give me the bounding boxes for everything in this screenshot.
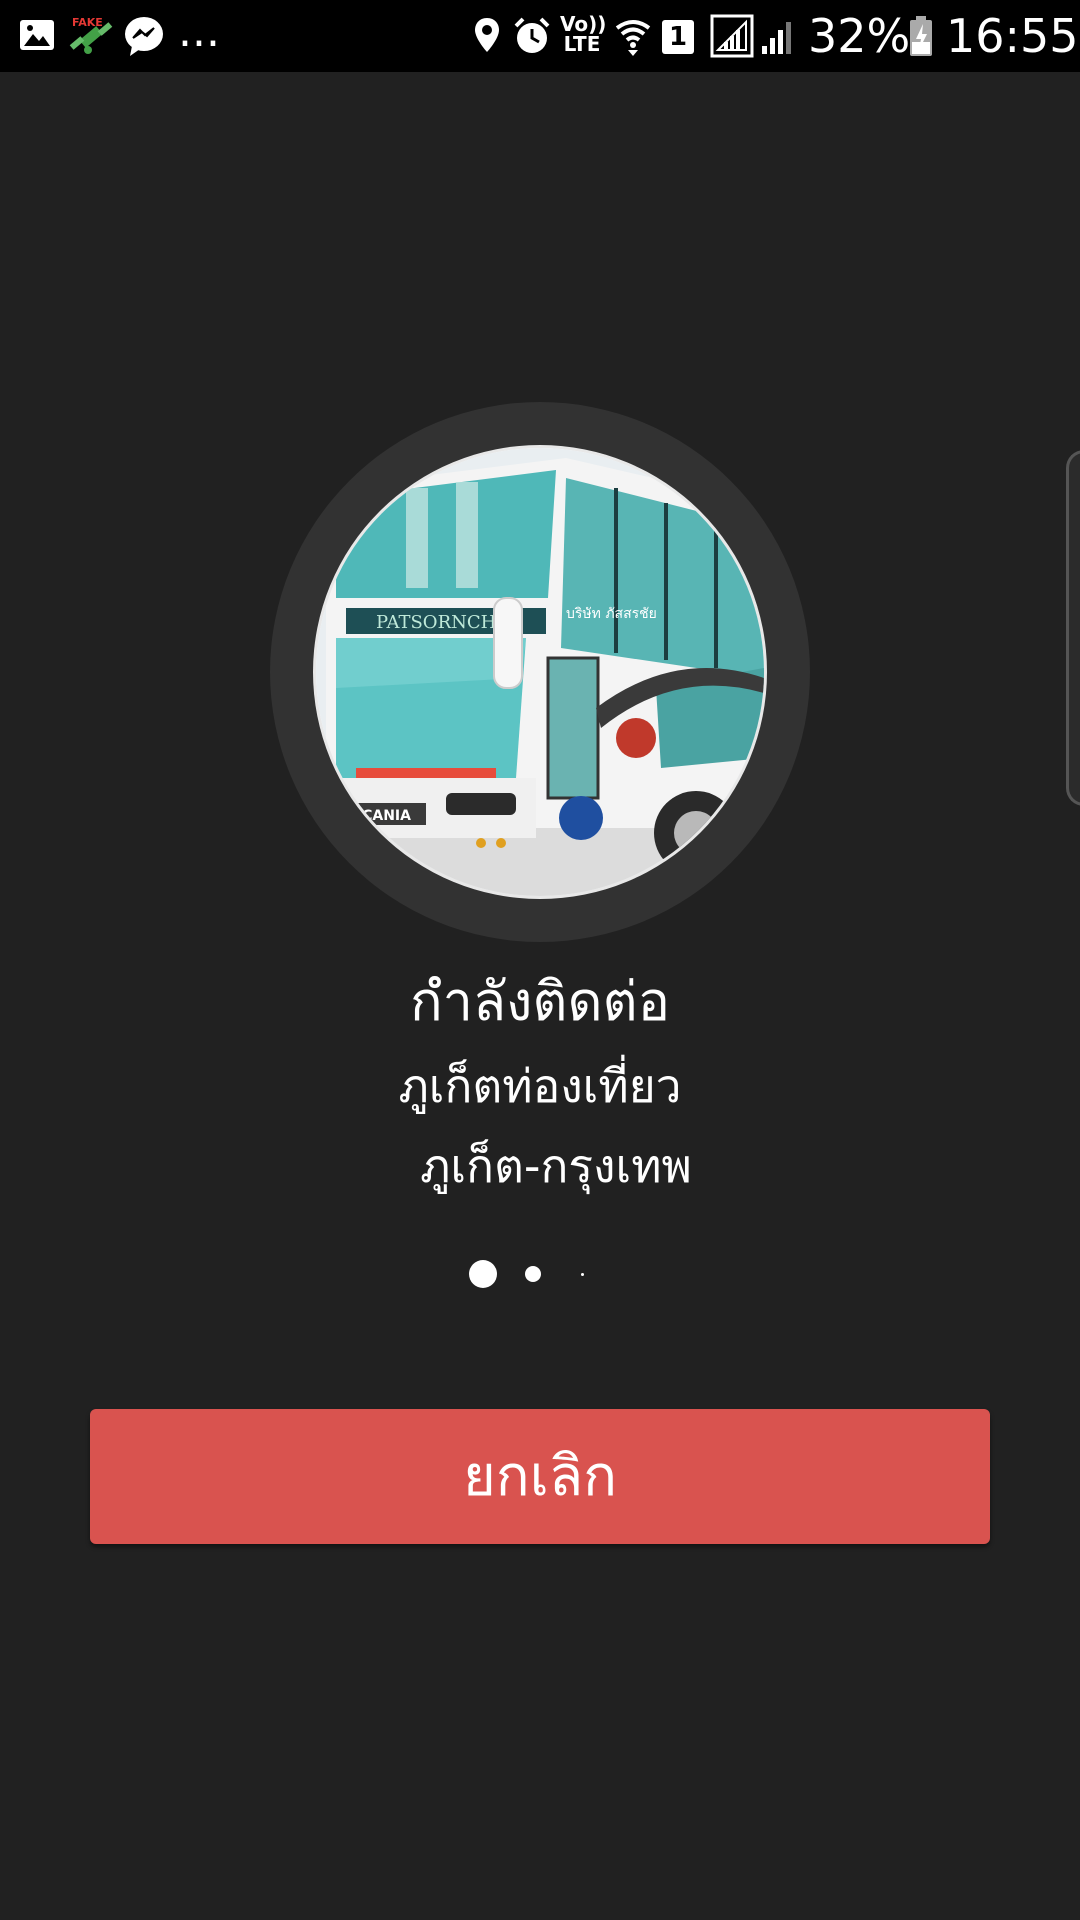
connecting-status-title: กำลังติดต่อ — [409, 970, 671, 1033]
battery-icon — [910, 16, 932, 56]
loading-dot-1 — [469, 1260, 497, 1288]
volte-label: Vo)) — [560, 12, 607, 36]
cancel-button[interactable]: ยกเลิก — [90, 1409, 990, 1544]
status-bar: FAKE ... Vo)) LTE 1 32% 16:55 — [0, 0, 1080, 72]
route-name: ภูเก็ต-กรุงเทพ — [420, 1139, 692, 1193]
loading-dot-2 — [525, 1266, 541, 1282]
wifi-icon — [615, 20, 651, 56]
bus-photo-icon: PATSORNCHAI บริษัท ภัสสรชัย SCANIA — [316, 448, 764, 896]
loading-dots — [0, 1250, 1080, 1296]
location-icon — [475, 18, 499, 52]
messenger-icon — [125, 17, 163, 56]
avatar-ring: PATSORNCHAI บริษัท ภัสสรชัย SCANIA — [270, 402, 810, 942]
screen: FAKE ... Vo)) LTE 1 32% 16:55 PATSORNCHA… — [0, 0, 1080, 1920]
fake-label: FAKE — [72, 16, 103, 29]
volte-icon: Vo)) LTE — [560, 12, 607, 56]
bus-brand-text: SCANIA — [352, 808, 411, 824]
more-notifications: ... — [178, 6, 220, 57]
signal-icon-2 — [762, 22, 791, 54]
clock: 16:55 — [946, 9, 1079, 63]
signal-icon — [710, 14, 754, 58]
company-name: ภูเก็ตท่องเที่ยว — [398, 1059, 682, 1113]
edge-panel-handle[interactable] — [1066, 450, 1080, 806]
gallery-icon — [20, 20, 54, 50]
alarm-icon — [514, 17, 550, 53]
bus-avatar: PATSORNCHAI บริษัท ภัสสรชัย SCANIA — [316, 448, 764, 896]
battery-percent: 32% — [808, 9, 911, 63]
lte-label: LTE — [563, 32, 601, 56]
svg-text:บริษัท ภัสสรชัย: บริษัท ภัสสรชัย — [566, 606, 657, 622]
sim-icon: 1 — [662, 20, 694, 54]
fake-gps-icon: FAKE — [69, 16, 113, 54]
loading-dot-3 — [581, 1273, 584, 1276]
